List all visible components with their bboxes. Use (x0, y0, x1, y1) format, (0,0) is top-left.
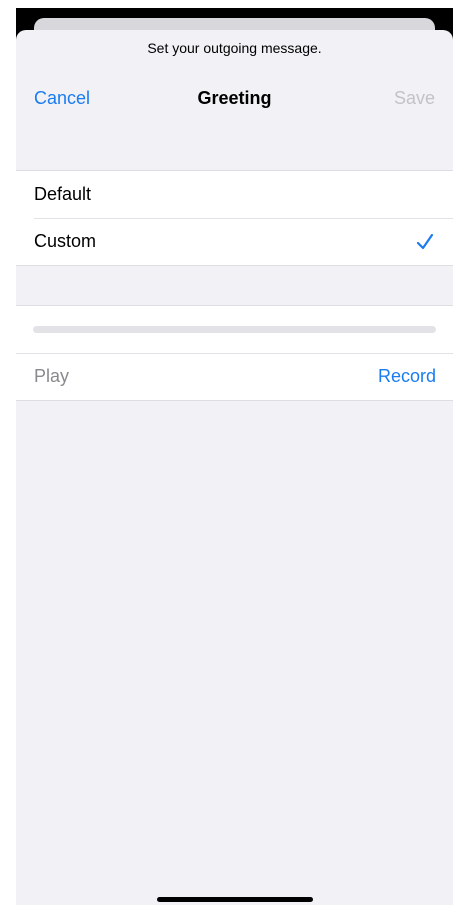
greeting-sheet: Set your outgoing message. Greeting Canc… (16, 30, 453, 905)
recording-panel: Play Record (16, 305, 453, 401)
screen: Set your outgoing message. Greeting Canc… (0, 0, 453, 905)
play-button[interactable]: Play (34, 366, 69, 387)
option-custom[interactable]: Custom (16, 218, 453, 265)
option-custom-label: Custom (34, 231, 97, 251)
home-indicator (157, 897, 313, 902)
playback-scrubber[interactable] (33, 326, 436, 333)
save-button[interactable]: Save (394, 88, 435, 109)
playback-controls: Play Record (16, 353, 453, 400)
cancel-button[interactable]: Cancel (34, 88, 90, 109)
record-button[interactable]: Record (378, 366, 436, 387)
sheet-prompt: Set your outgoing message. (147, 40, 322, 56)
scrubber-row (16, 306, 453, 353)
navigation-bar: Greeting Cancel Save (16, 86, 453, 114)
option-default-label: Default (34, 184, 92, 204)
checkmark-icon (416, 233, 434, 249)
option-default[interactable]: Default (16, 171, 453, 218)
greeting-options-list: Default Custom (16, 170, 453, 266)
